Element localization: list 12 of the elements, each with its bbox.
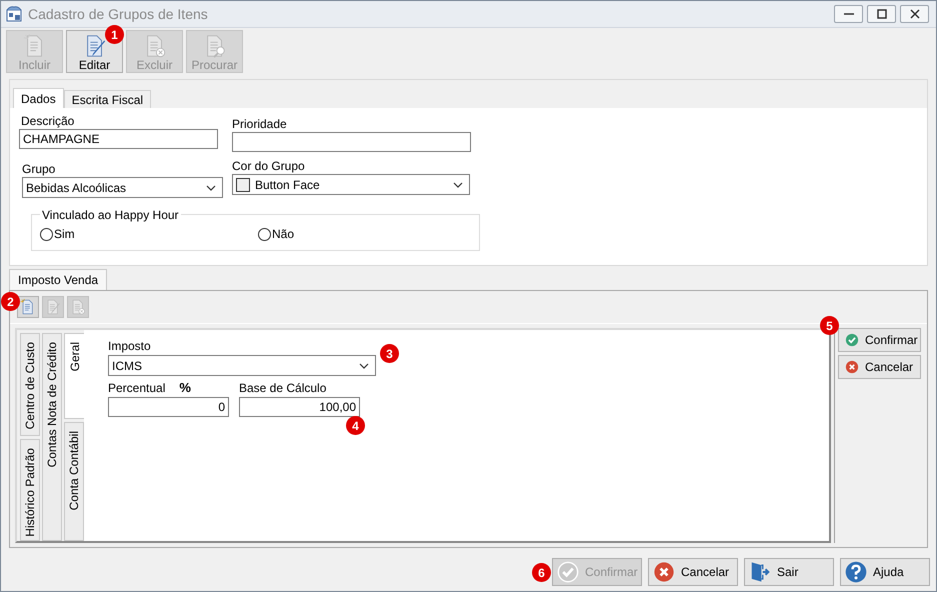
field-label: Percentual [108,381,166,395]
field-label: Descrição [20,114,76,128]
field-label: Imposto [108,339,152,353]
field-label: Grupo [22,162,56,176]
field-label: % [179,381,191,395]
callout-tooltip: 5 [820,316,839,335]
field-label: Base de Cálculo [239,381,328,395]
callout-tooltip: 6 [532,563,551,582]
callout-tooltip: 2 [1,292,20,311]
field-label: Prioridade [232,117,288,131]
field-label: Cor do Grupo [232,159,306,173]
window-title: Cadastro de Grupos de Itens [28,4,208,24]
